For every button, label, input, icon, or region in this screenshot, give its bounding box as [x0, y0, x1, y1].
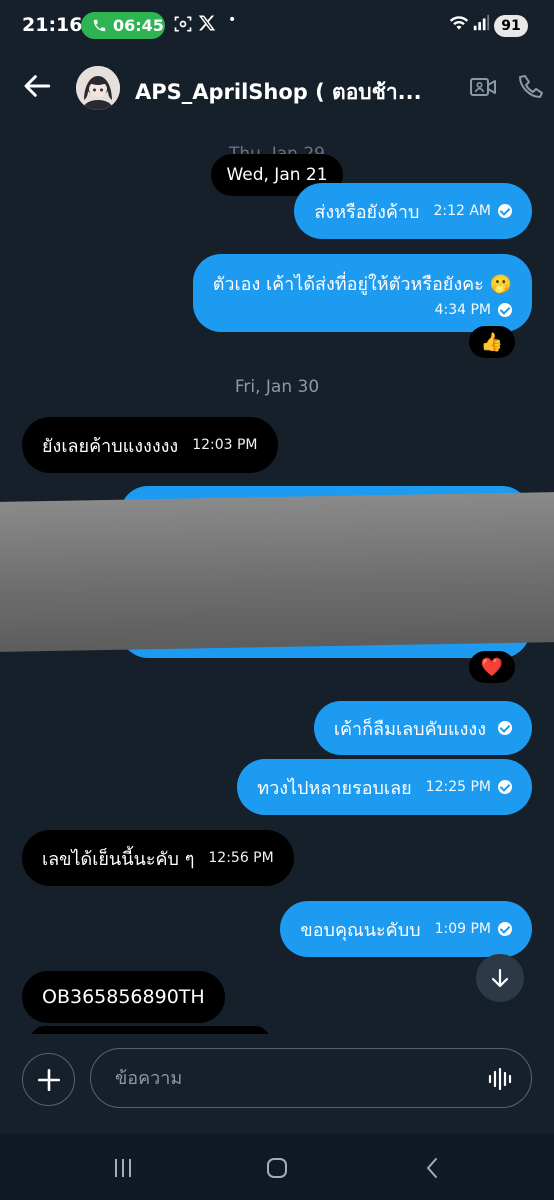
back-nav-icon[interactable]: [419, 1154, 447, 1182]
message-time: 12:56 PM: [208, 850, 274, 866]
message-bubble-incoming[interactable]: OB365856890TH: [22, 971, 225, 1023]
message-bubble-outgoing[interactable]: ทวงไปหลายรอบเลย 12:25 PM: [237, 759, 532, 815]
message-time: 1:09 PM: [434, 921, 491, 937]
back-arrow-icon[interactable]: [22, 70, 54, 102]
message-bubble-outgoing[interactable]: ขอบคุณนะคับบ 1:09 PM: [280, 901, 532, 957]
screenshot-icon: [174, 16, 192, 32]
system-nav-bar: [0, 1134, 554, 1200]
message-bubble-outgoing[interactable]: ส่งหรือยังค้าบ 2:12 AM: [294, 183, 532, 239]
read-check-icon: [498, 204, 512, 218]
redaction-overlay: [0, 492, 554, 652]
dot-icon: •: [228, 12, 237, 28]
read-check-icon: [498, 721, 512, 735]
x-logo-icon: [198, 15, 216, 31]
reaction-heart[interactable]: ❤️: [469, 651, 515, 683]
avatar-image: [76, 66, 120, 110]
message-time: 12:25 PM: [425, 779, 491, 795]
message-bubble-incoming[interactable]: ยังเลยค้าบแงงงงง 12:03 PM: [22, 417, 278, 473]
wifi-icon: [449, 16, 469, 30]
message-bubble-outgoing[interactable]: เค้าก็ลืมเลบคับแงงง: [313, 701, 532, 755]
message-text: OB365856890TH: [42, 986, 205, 1008]
read-check-icon: [498, 922, 512, 936]
home-icon[interactable]: [263, 1154, 291, 1182]
chat-header: APS_AprilShop ( ตอบช้า...: [0, 52, 554, 124]
date-separator: Fri, Jan 30: [234, 377, 320, 397]
message-bubble-outgoing[interactable]: ตัวเอง เค้าได้ส่งที่อยู่ให้ตัวหรือยังคะ …: [192, 254, 532, 332]
contact-name[interactable]: APS_AprilShop ( ตอบช้า...: [135, 76, 435, 109]
message-text: ส่งหรือยังค้าบ: [314, 201, 420, 223]
call-timer: 06:45: [113, 16, 164, 35]
status-time: 21:16: [22, 14, 83, 36]
message-bubble-incoming-partial[interactable]: [30, 1026, 270, 1034]
message-text: เค้าก็ลืมเลบคับแงงง: [333, 718, 486, 740]
message-time: 12:03 PM: [192, 437, 258, 453]
message-bubble-incoming[interactable]: เลขได้เย็นนี้นะคับ ๆ 12:56 PM: [22, 830, 294, 886]
status-bar: 21:16 06:45 • 91: [0, 0, 554, 52]
add-attachment-button[interactable]: [22, 1053, 75, 1106]
message-text: ทวงไปหลายรอบเลย: [257, 777, 412, 799]
voice-message-icon[interactable]: [486, 1065, 514, 1093]
message-text: ยังเลยค้าบแงงงงง: [42, 435, 179, 457]
video-call-icon[interactable]: [468, 72, 498, 102]
message-list[interactable]: Thu, Jan 29 Wed, Jan 21 ส่งหรือยังค้าบ 2…: [0, 124, 554, 1034]
message-text: ตัวเอง เค้าได้ส่งที่อยู่ให้ตัวหรือยังคะ …: [212, 273, 512, 295]
message-input[interactable]: [90, 1048, 532, 1108]
battery-indicator: 91: [494, 15, 528, 37]
scroll-to-bottom-button[interactable]: [476, 954, 524, 1002]
signal-icon: [473, 14, 490, 31]
read-check-icon: [498, 780, 512, 794]
ongoing-call-pill[interactable]: 06:45: [81, 12, 165, 39]
message-time: 4:34 PM: [434, 301, 491, 318]
message-text: เลขได้เย็นนี้นะคับ ๆ: [42, 848, 195, 870]
arrow-down-icon: [491, 968, 509, 988]
plus-icon: [37, 1068, 60, 1091]
message-composer: [0, 1034, 554, 1134]
recent-apps-icon[interactable]: [109, 1154, 137, 1182]
reaction-thumbs-up[interactable]: 👍: [469, 326, 515, 358]
phone-call-icon[interactable]: [516, 72, 546, 102]
read-check-icon: [498, 302, 512, 317]
avatar[interactable]: [76, 66, 120, 110]
message-time: 2:12 AM: [433, 203, 491, 219]
phone-icon: [93, 19, 106, 32]
message-text: ขอบคุณนะคับบ: [300, 919, 421, 941]
